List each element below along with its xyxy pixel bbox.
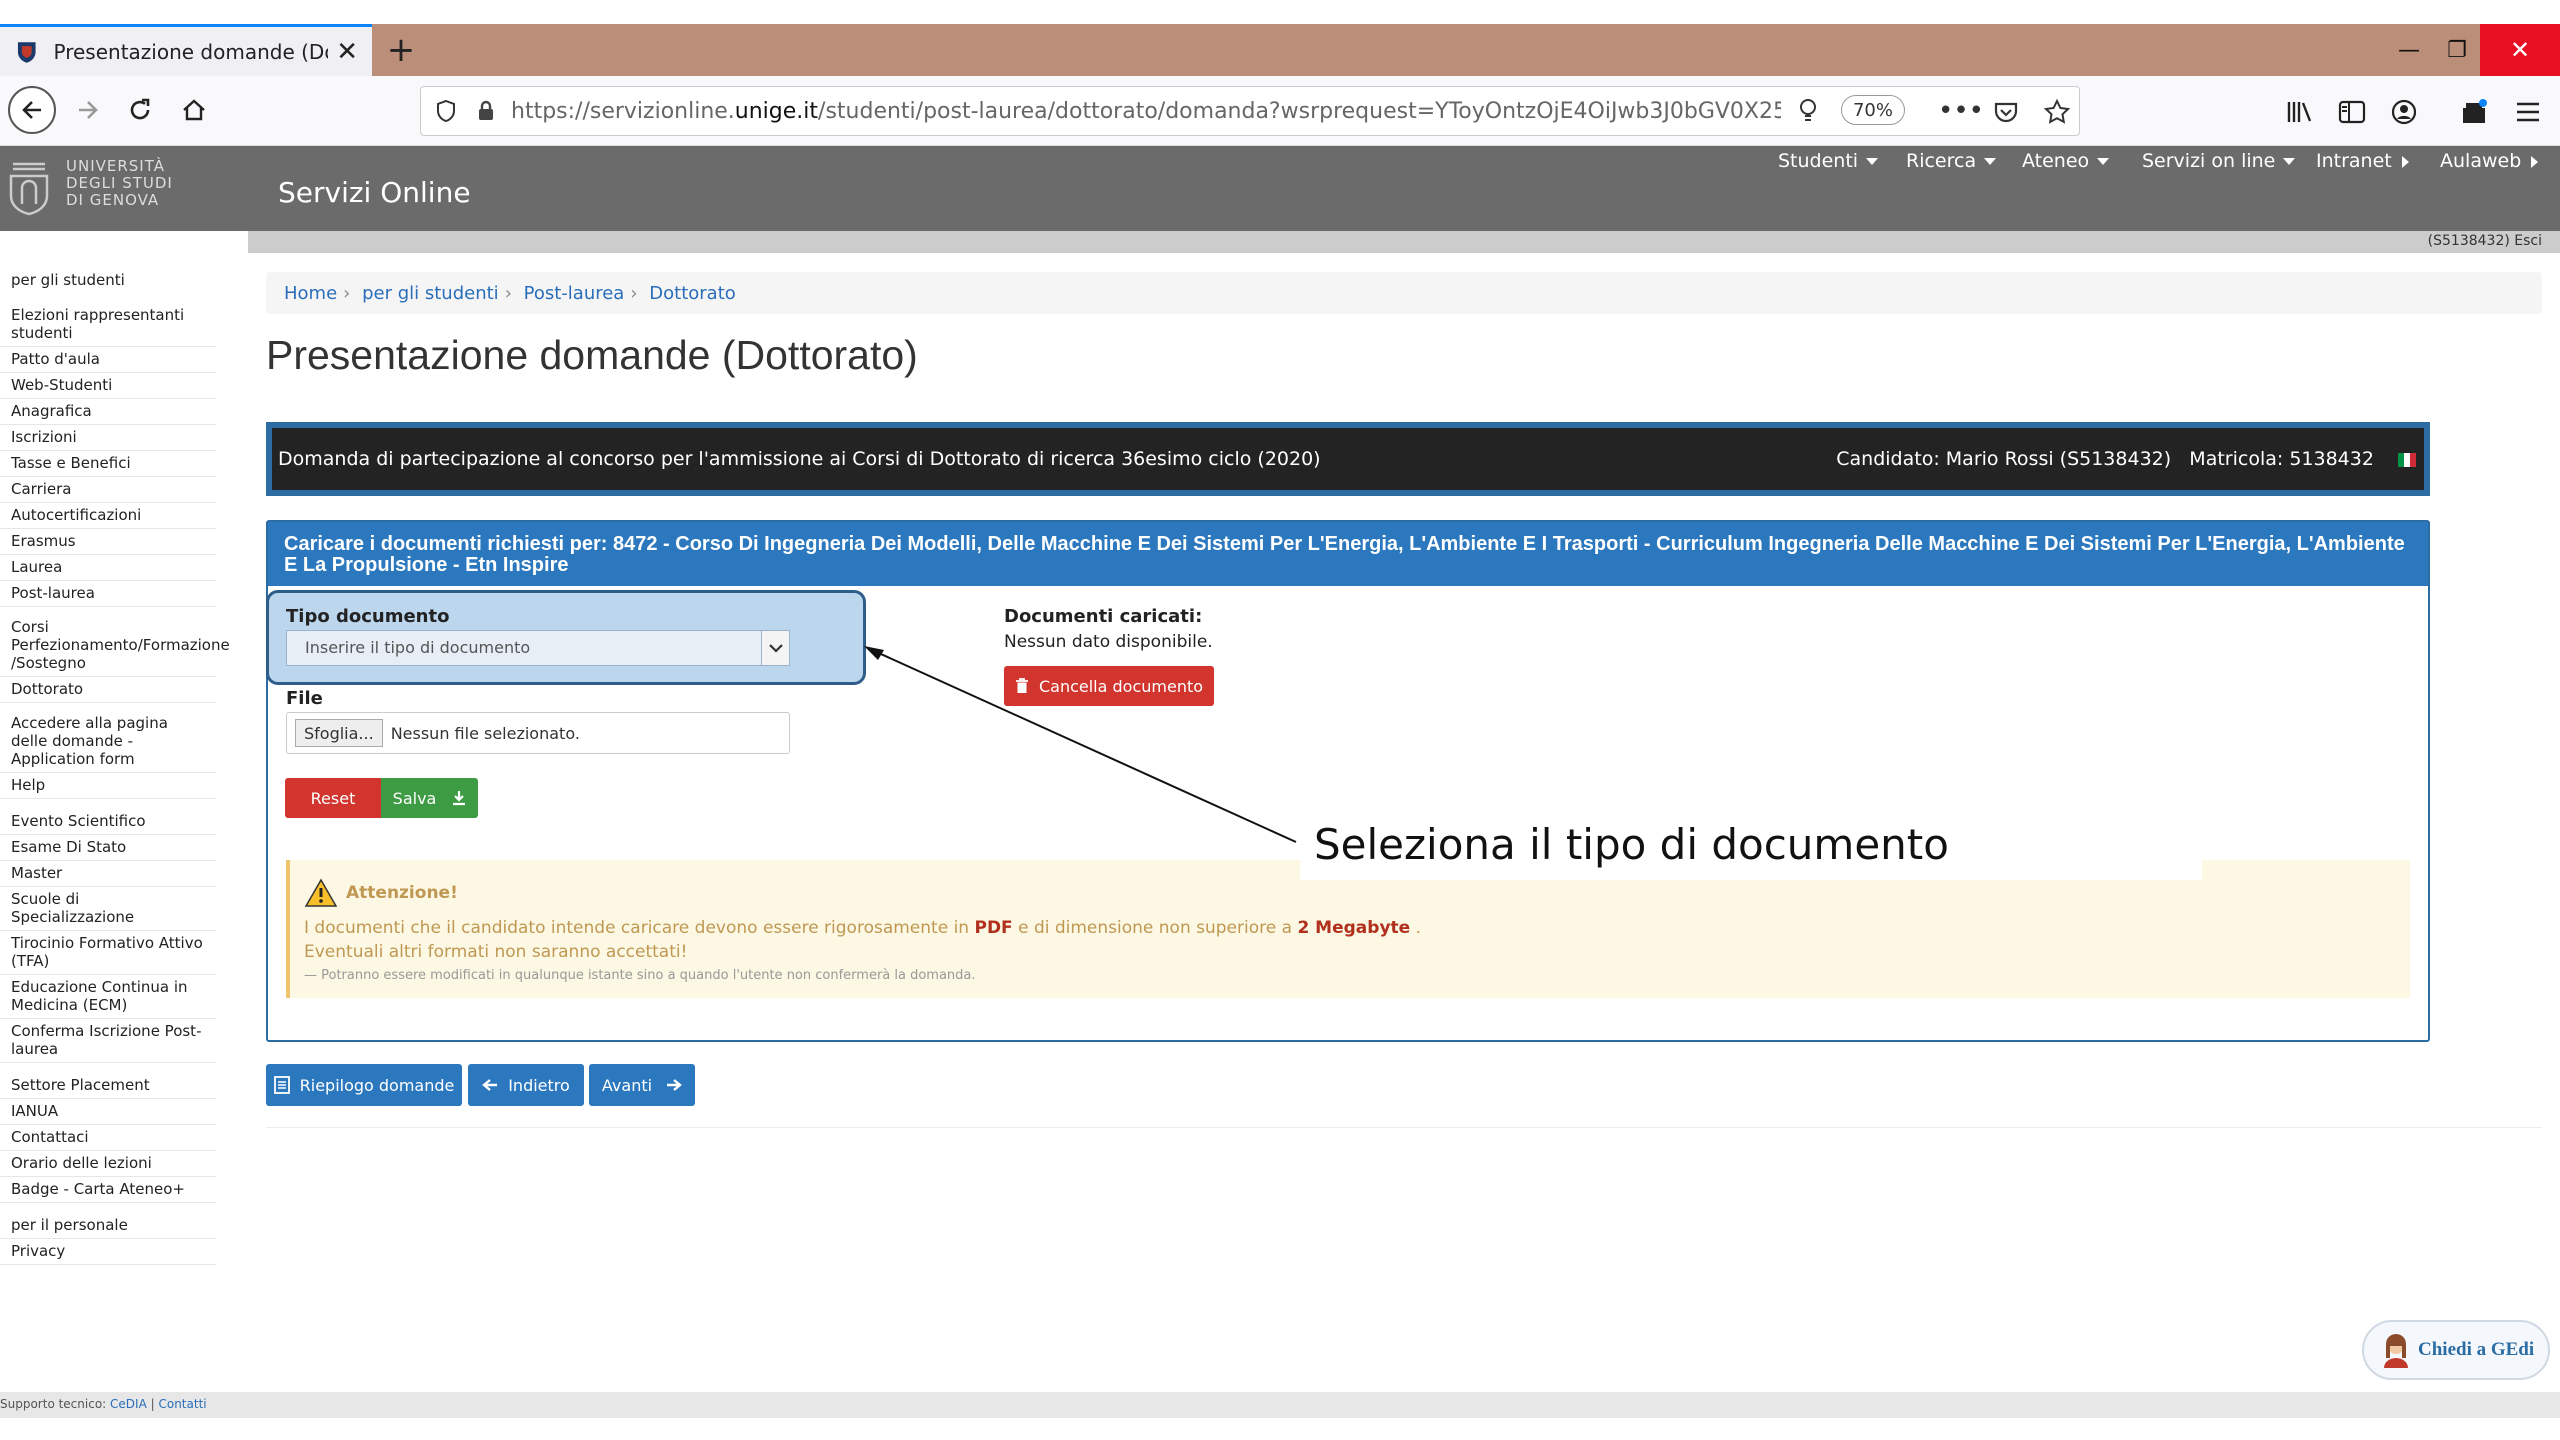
footer-link-cedia[interactable]: CeDIA [110, 1397, 147, 1411]
chat-avatar-icon [2384, 1334, 2408, 1368]
chat-button[interactable]: Chiedi a GEdi [2362, 1320, 2550, 1380]
annotation-arrow [864, 646, 1297, 843]
footer-link-contatti[interactable]: Contatti [158, 1397, 206, 1411]
footer: Supporto tecnico: CeDIA | Contatti [0, 1392, 2560, 1418]
annotation-callout: Seleziona il tipo di documento [1300, 808, 2202, 880]
